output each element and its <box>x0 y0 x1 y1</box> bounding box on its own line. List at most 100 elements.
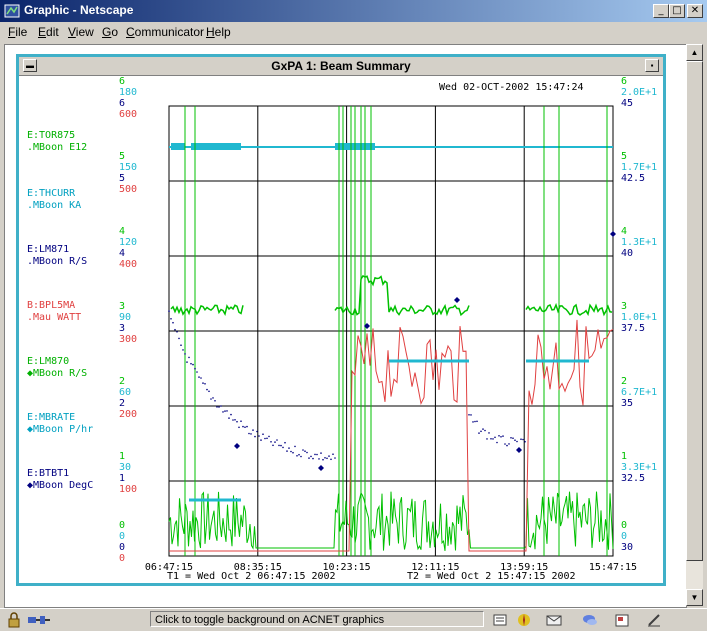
legend-desc-2: .MBoon R/S <box>27 256 87 267</box>
legend-device-0: E:TOR875 <box>27 130 75 141</box>
trace-lm871-point <box>236 420 238 423</box>
left-axis-label-red: 300 <box>119 334 137 345</box>
scroll-thumb[interactable] <box>686 61 703 561</box>
trace-lm871-point <box>188 356 190 359</box>
left-axis-label-red: 200 <box>119 409 137 420</box>
trace-lm871-point <box>318 458 320 460</box>
left-axis-label-red: 500 <box>119 184 137 195</box>
left-axis-label-red: 0 <box>119 553 125 564</box>
trace-lm871-point <box>308 457 310 459</box>
minimize-button[interactable]: _ <box>653 4 669 18</box>
panel-resize-button[interactable]: ▪ <box>645 59 659 72</box>
menu-go[interactable]: Go <box>102 25 118 39</box>
trace-lm871-point <box>178 337 180 340</box>
trace-lm871-point <box>268 435 270 438</box>
plot-grid <box>168 105 614 557</box>
trace-lm871-point <box>186 361 188 363</box>
trace-lm871-point <box>286 450 288 452</box>
trace-lm871-point <box>334 457 336 459</box>
trace-lm871-point <box>224 410 226 412</box>
right-axis-label-cyan: 1.3E+1 <box>621 237 657 248</box>
right-axis-label-navy: 37.5 <box>621 323 645 334</box>
trace-lm871-point <box>242 425 244 428</box>
trace-lm871-point <box>168 310 170 312</box>
time-tick-label: 15:47:15 <box>589 562 637 573</box>
left-axis-label-cyan: 120 <box>119 237 137 248</box>
trace-lm871-point <box>194 367 196 370</box>
trace-lm871-point <box>200 377 202 379</box>
trace-lm871-point <box>496 441 498 444</box>
left-axis-label-cyan: 60 <box>119 387 131 398</box>
navigator-icon[interactable] <box>516 612 532 628</box>
left-axis-label-navy: 1 <box>119 473 125 484</box>
right-axis-label-green: 1 <box>621 451 627 462</box>
menu-view[interactable]: View <box>68 25 94 39</box>
trace-lm871-point <box>262 433 264 436</box>
pen-icon[interactable] <box>646 612 662 628</box>
mail-icon[interactable] <box>546 612 562 628</box>
discussion-icon[interactable] <box>582 612 598 628</box>
trace-lm871-point <box>304 450 306 453</box>
composer-icon[interactable] <box>614 612 630 628</box>
trace-lm871-point <box>328 455 330 457</box>
maximize-button[interactable]: □ <box>669 4 685 18</box>
trace-lm871-point <box>324 457 326 459</box>
right-axis-label-navy: 40 <box>621 248 633 259</box>
right-axis-label-green: 3 <box>621 301 627 312</box>
component-bar-icon[interactable] <box>492 612 508 628</box>
left-axis-label-cyan: 90 <box>119 312 131 323</box>
trace-lm871-point <box>244 426 246 429</box>
left-axis-label-green: 0 <box>119 520 125 531</box>
trace-lm871-point <box>212 397 214 399</box>
trace-lm871-point <box>208 390 210 393</box>
menu-communicator[interactable]: Communicator <box>126 25 204 39</box>
trace-lm871-point <box>300 455 302 458</box>
window-titlebar: Graphic - Netscape _ □ ✕ <box>0 0 707 22</box>
legend-desc-4: ◆MBoon R/S <box>27 368 87 379</box>
legend-device-2: E:LM871 <box>27 244 69 255</box>
trace-lm871-point <box>474 420 476 423</box>
trace-lm871-point <box>230 413 232 416</box>
menu-view-rest: iew <box>75 25 94 39</box>
trace-lm871-point <box>170 318 172 320</box>
scroll-down-button[interactable]: ▼ <box>686 589 703 606</box>
right-axis-label-cyan: 2.0E+1 <box>621 87 657 98</box>
trace-btbt1-marker <box>318 465 324 471</box>
trace-lm871-point <box>488 432 490 434</box>
close-button[interactable]: ✕ <box>687 4 703 18</box>
left-axis-label-cyan: 0 <box>119 531 125 542</box>
trace-lm871-point <box>174 328 176 331</box>
vertical-scrollbar[interactable]: ▲ ▼ <box>686 44 703 606</box>
legend-desc-1: .MBoon KA <box>27 200 81 211</box>
menu-edit-rest: dit <box>46 25 59 39</box>
right-axis-labels: 62.0E+145 51.7E+142.5 41.3E+140 31.0E+137.5… <box>621 76 657 553</box>
beam-plot[interactable]: Wed 02-OCT-2002 15:47:24 E:TOR875 .MBoon… <box>19 76 663 584</box>
beam-summary-panel: ▬ GxPA 1: Beam Summary ▪ Wed 02-OCT-2002… <box>16 54 666 586</box>
trace-lm871-point <box>232 419 234 421</box>
trace-lm871-point <box>216 406 218 408</box>
right-axis-label-navy: 30 <box>621 542 633 553</box>
trace-lm871-point <box>206 388 208 391</box>
menu-help[interactable]: Help <box>206 25 231 39</box>
menu-file-rest: ile <box>15 25 28 39</box>
menu-file[interactable]: File <box>8 25 27 39</box>
left-axis-label-navy: 4 <box>119 248 125 259</box>
menu-edit[interactable]: Edit <box>38 25 59 39</box>
window-title: Graphic - Netscape <box>24 3 134 17</box>
trace-lm871-point <box>320 452 322 454</box>
trace-lm871-point <box>272 444 274 447</box>
scroll-up-button[interactable]: ▲ <box>686 44 703 61</box>
left-axis-label-navy: 2 <box>119 398 125 409</box>
panel-timestamp: Wed 02-OCT-2002 15:47:24 <box>439 82 584 93</box>
security-lock-icon[interactable] <box>6 612 22 628</box>
legend-device-4: E:LM870 <box>27 356 69 367</box>
right-axis-label-green: 0 <box>621 520 627 531</box>
trace-lm871-point <box>500 436 502 438</box>
trace-lm871-point <box>294 445 296 448</box>
panel-titlebar: ▬ GxPA 1: Beam Summary ▪ <box>19 57 663 76</box>
left-axis-label-navy: 6 <box>119 98 125 109</box>
trace-lm871-point <box>332 453 334 456</box>
menu-help-rest: elp <box>214 25 231 39</box>
trace-lm871-point <box>514 439 516 442</box>
trace-lm871-point <box>470 414 472 416</box>
